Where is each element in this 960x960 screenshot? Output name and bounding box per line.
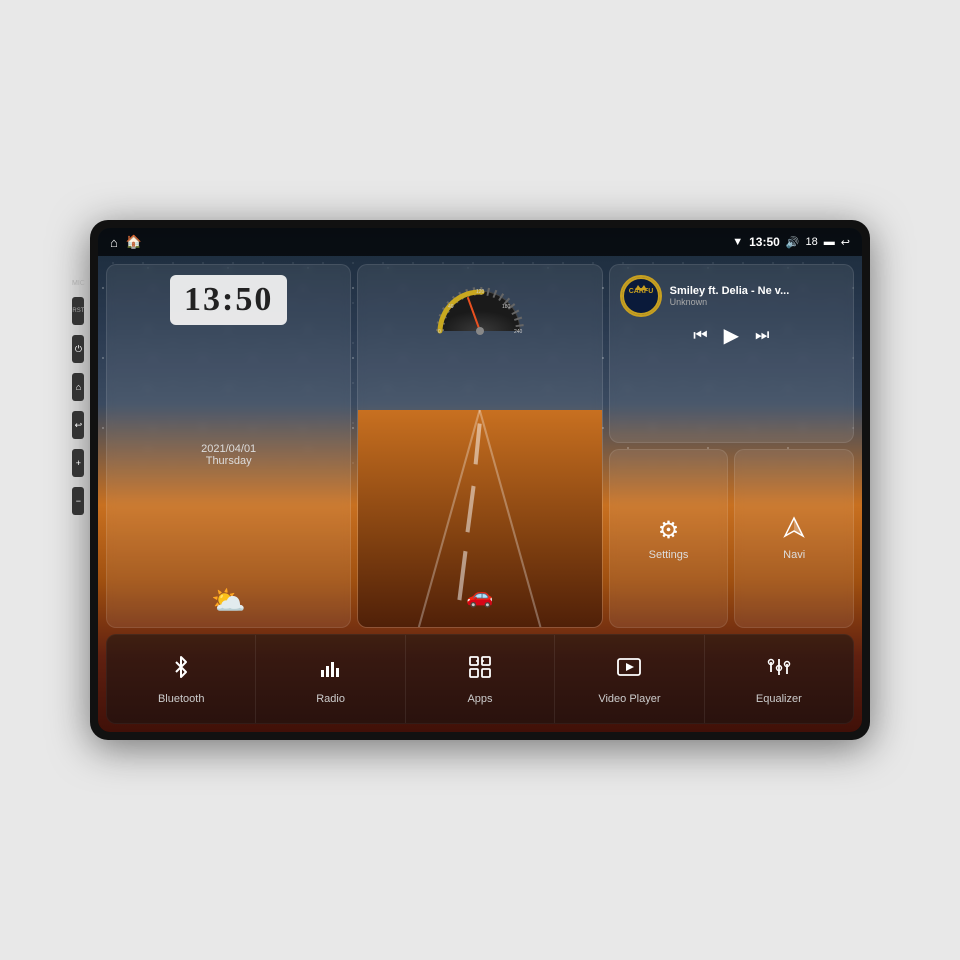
home-side-icon: ⌂	[76, 382, 81, 392]
status-bar: ⌂ 🏠 ▼ 13:50 🔊 18 ▬ ↩	[98, 228, 862, 256]
video-player-button[interactable]: Video Player	[555, 635, 704, 723]
music-info: CARFU Smiley ft. Delia - Ne v... Unknown	[620, 275, 843, 317]
bluetooth-button[interactable]: Bluetooth	[107, 635, 256, 723]
main-grid: 13:50 2021/04/01 Thursday ⛅	[106, 264, 854, 628]
svg-text:40: 40	[448, 304, 454, 310]
main-content: 13:50 2021/04/01 Thursday ⛅	[98, 256, 862, 732]
clock-date: 2021/04/01 Thursday	[201, 443, 256, 467]
battery-icon: ▬	[824, 236, 835, 248]
equalizer-button[interactable]: Equalizer	[705, 635, 853, 723]
car-icon: 🚗	[466, 583, 493, 609]
svg-text:180: 180	[502, 304, 511, 310]
speedometer-gauge: 0 km/h 0 40 120 180 240	[430, 273, 530, 338]
play-button[interactable]: ▶	[724, 323, 739, 348]
navi-label: Navi	[783, 549, 805, 561]
speed-panel: 0 km/h 0 40 120 180 240	[357, 264, 602, 628]
vol-down-icon: −	[76, 496, 81, 506]
radio-label: Radio	[316, 693, 345, 705]
navi-icon	[783, 516, 805, 545]
settings-icon: ⚙	[658, 516, 680, 545]
weather-icon: ⛅	[211, 584, 246, 617]
music-logo: CARFU	[620, 275, 662, 317]
bottom-bar: Bluetooth Radio	[106, 634, 854, 724]
apps-button[interactable]: Apps	[406, 635, 555, 723]
back-side-icon: ↩	[75, 420, 83, 431]
bluetooth-icon	[168, 654, 194, 687]
apps-label: Apps	[467, 693, 492, 705]
equalizer-icon	[766, 654, 792, 687]
vol-up-button[interactable]: +	[72, 449, 84, 477]
music-text: Smiley ft. Delia - Ne v... Unknown	[670, 285, 790, 307]
rst-label: RST	[72, 308, 84, 314]
house-icon[interactable]: 🏠	[126, 234, 142, 250]
side-button-group: MIC RST ⏻ ⌂ ↩ + −	[72, 280, 85, 515]
home-side-button[interactable]: ⌂	[72, 373, 84, 401]
status-left: ⌂ 🏠	[110, 234, 142, 250]
power-button[interactable]: ⏻	[72, 335, 84, 363]
mic-label: MIC	[72, 280, 85, 287]
svg-text:120: 120	[476, 289, 485, 295]
music-controls: ⏮ ▶ ⏭	[620, 323, 843, 348]
home-icon[interactable]: ⌂	[110, 235, 118, 250]
car-head-unit: MIC RST ⏻ ⌂ ↩ + − ⌂ 🏠 ▼	[90, 220, 870, 740]
wifi-icon: ▼	[732, 236, 743, 248]
radio-icon	[318, 654, 344, 687]
power-icon: ⏻	[75, 344, 82, 355]
svg-text:0: 0	[438, 329, 441, 335]
video-label: Video Player	[598, 693, 660, 705]
bluetooth-label: Bluetooth	[158, 693, 204, 705]
settings-button[interactable]: ⚙ Settings	[609, 449, 729, 628]
screen: ⌂ 🏠 ▼ 13:50 🔊 18 ▬ ↩ 13:50	[98, 228, 862, 732]
svg-text:240: 240	[514, 329, 523, 335]
status-right: ▼ 13:50 🔊 18 ▬ ↩	[732, 235, 850, 249]
radio-button[interactable]: Radio	[256, 635, 405, 723]
clock-panel: 13:50 2021/04/01 Thursday ⛅	[106, 264, 351, 628]
next-button[interactable]: ⏭	[755, 327, 769, 345]
song-title: Smiley ft. Delia - Ne v...	[670, 285, 790, 297]
settings-label: Settings	[649, 549, 689, 561]
vol-down-button[interactable]: −	[72, 487, 84, 515]
back-side-button[interactable]: ↩	[72, 411, 84, 439]
status-volume: 18	[806, 236, 818, 248]
video-icon	[616, 654, 642, 687]
apps-icon	[467, 654, 493, 687]
rst-button[interactable]: RST	[72, 297, 84, 325]
back-icon[interactable]: ↩	[841, 236, 850, 249]
status-time: 13:50	[749, 235, 780, 249]
clock-time: 13:50	[184, 281, 273, 319]
settings-navi-row: ⚙ Settings Navi	[609, 449, 854, 628]
prev-button[interactable]: ⏮	[693, 327, 707, 345]
vol-up-icon: +	[76, 458, 81, 468]
song-artist: Unknown	[670, 297, 790, 307]
clock-display: 13:50	[170, 275, 287, 325]
equalizer-label: Equalizer	[756, 693, 802, 705]
music-panel: CARFU Smiley ft. Delia - Ne v... Unknown…	[609, 264, 854, 443]
volume-icon: 🔊	[786, 236, 800, 249]
navi-button[interactable]: Navi	[734, 449, 854, 628]
